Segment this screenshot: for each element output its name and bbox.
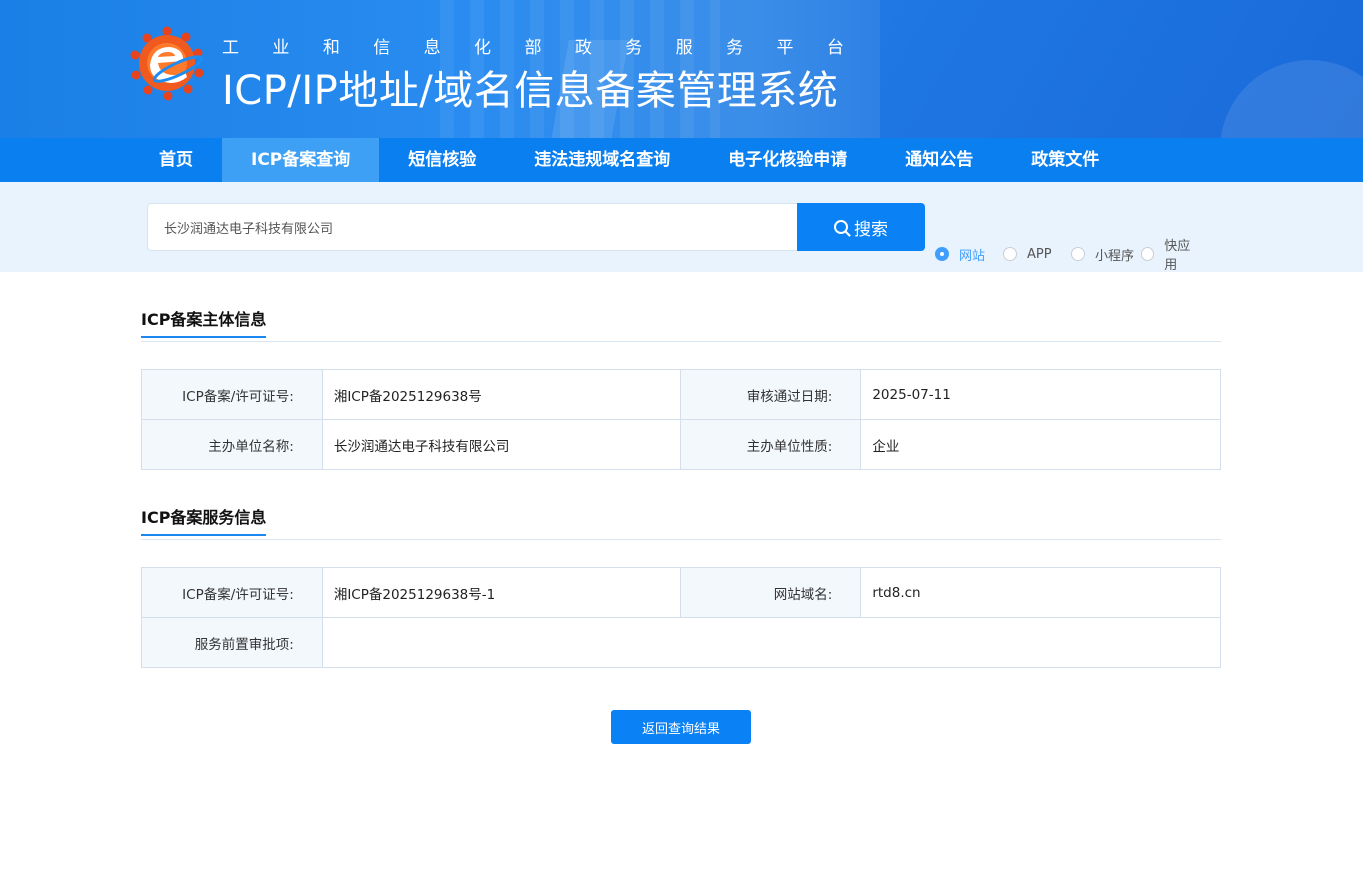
- field-label: ICP备案/许可证号:: [141, 567, 323, 618]
- radio-circle-icon: [1003, 247, 1017, 261]
- subtitle-char: 台: [826, 38, 844, 58]
- nav-item[interactable]: 短信核验: [379, 138, 505, 182]
- table-row: ICP备案/许可证号: 湘ICP备2025129638号-1 网站域名: rtd8.c…: [141, 567, 1221, 618]
- miit-logo-icon[interactable]: [128, 25, 206, 101]
- search-type-radio[interactable]: 网站: [935, 245, 1003, 264]
- field-label: ICP备案/许可证号:: [141, 369, 323, 420]
- subtitle-char: 化: [474, 38, 492, 58]
- nav-item[interactable]: 电子化核验申请: [699, 138, 876, 182]
- nav-item[interactable]: 通知公告: [876, 138, 1002, 182]
- subtitle-char: 和: [322, 38, 340, 58]
- subtitle-char: 服: [675, 38, 693, 58]
- field-label: 审核通过日期:: [679, 369, 862, 420]
- radio-circle-icon: [1141, 247, 1155, 261]
- field-label: 主办单位名称:: [141, 419, 323, 470]
- search-type-radio-group: 网站 APP 小程序 快应用: [935, 235, 1201, 273]
- subtitle-char: 业: [272, 38, 290, 58]
- header-banner: 工 业 和 信 息 化 部 政 务 服 务 平 台 ICP/IP地址/域名信息备案管理系统: [0, 0, 1363, 138]
- section-title: ICP备案服务信息: [141, 504, 267, 536]
- subtitle-char: 部: [524, 38, 542, 58]
- back-to-results-button[interactable]: 返回查询结果: [611, 710, 751, 744]
- search-input[interactable]: [147, 203, 798, 251]
- main-nav: 首页 ICP备案查询 短信核验 违法违规域名查询 电子化核验申请 通知公告 政策文件: [0, 138, 1363, 182]
- radio-label: 网站: [959, 248, 986, 264]
- table-row: 服务前置审批项:: [141, 617, 1222, 668]
- nav-item[interactable]: ICP备案查询: [222, 138, 380, 182]
- field-value: 湘ICP备2025129638号: [321, 369, 681, 420]
- section-title: ICP备案主体信息: [141, 306, 267, 338]
- subtitle-char: 信: [373, 38, 391, 58]
- subtitle-char: 务: [726, 38, 744, 58]
- ministry-subtitle: 工业和信息化部政务服务平台: [222, 33, 844, 58]
- subtitle-char: 息: [423, 38, 441, 58]
- service-info-section: ICP备案服务信息 ICP备案/许可证号: 湘ICP备2025129638号-1 网…: [141, 504, 1222, 668]
- approval-label: 服务前置审批项:: [141, 617, 323, 668]
- search-type-radio[interactable]: 快应用: [1141, 235, 1201, 273]
- search-button[interactable]: 搜索: [797, 203, 925, 251]
- field-value: 长沙润通达电子科技有限公司: [321, 419, 681, 470]
- search-icon: [834, 220, 848, 234]
- subtitle-char: 政: [574, 38, 592, 58]
- service-info-table: ICP备案/许可证号: 湘ICP备2025129638号-1 网站域名: rtd8.c…: [141, 567, 1222, 668]
- subject-info-section: ICP备案主体信息 ICP备案/许可证号: 湘ICP备2025129638号 审核通…: [141, 306, 1221, 470]
- search-bar: 搜索 网站 APP 小程序 快应用: [0, 182, 1363, 273]
- field-label: 网站域名:: [679, 567, 862, 618]
- field-value: 湘ICP备2025129638号-1: [321, 567, 681, 618]
- radio-circle-icon: [935, 247, 949, 261]
- search-type-radio[interactable]: APP: [1003, 247, 1071, 262]
- radio-label: 快应用: [1164, 239, 1191, 273]
- subtitle-char: 务: [625, 38, 643, 58]
- field-value: 企业: [860, 419, 1221, 470]
- field-label: 主办单位性质:: [679, 419, 862, 470]
- table-row: 主办单位名称: 长沙润通达电子科技有限公司 主办单位性质: 企业: [141, 419, 1221, 470]
- nav-item[interactable]: 违法违规域名查询: [505, 138, 699, 182]
- nav-item[interactable]: 首页: [130, 138, 222, 182]
- radio-label: APP: [1027, 246, 1052, 262]
- field-value: 2025-07-11: [860, 369, 1221, 420]
- system-title: ICP/IP地址/域名信息备案管理系统: [222, 68, 839, 114]
- section-header: ICP备案主体信息: [141, 306, 1221, 342]
- search-button-label: 搜索: [854, 219, 888, 240]
- approval-value: [321, 617, 1222, 668]
- search-type-radio[interactable]: 小程序: [1071, 245, 1141, 264]
- section-header: ICP备案服务信息: [141, 504, 1221, 540]
- field-value: rtd8.cn: [860, 567, 1221, 618]
- radio-circle-icon: [1071, 247, 1085, 261]
- table-row: ICP备案/许可证号: 湘ICP备2025129638号 审核通过日期: 2025-0…: [141, 369, 1221, 420]
- subject-info-table: ICP备案/许可证号: 湘ICP备2025129638号 审核通过日期: 2025-0…: [141, 369, 1221, 470]
- subtitle-char: 工: [222, 38, 239, 58]
- radio-label: 小程序: [1095, 248, 1135, 264]
- nav-item[interactable]: 政策文件: [1002, 138, 1128, 182]
- subtitle-char: 平: [776, 38, 794, 58]
